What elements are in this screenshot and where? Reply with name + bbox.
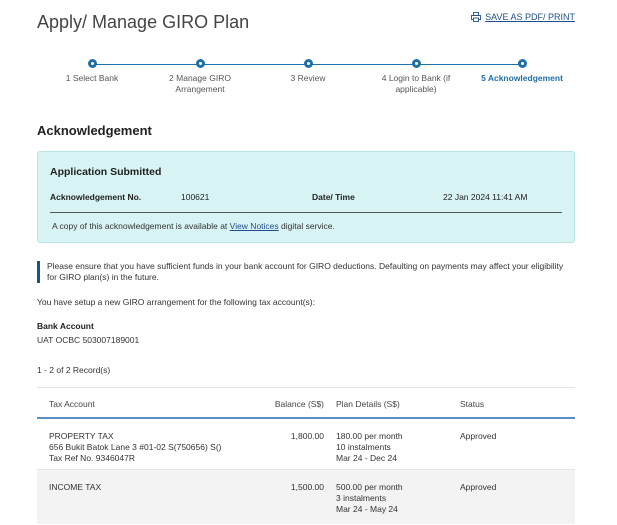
step-check-icon: [517, 59, 527, 68]
view-notices-link[interactable]: View Notices: [230, 221, 279, 231]
step-check-icon: [303, 59, 313, 68]
cell-tax-account: PROPERTY TAX 656 Bukit Batok Lane 3 #01-…: [49, 431, 222, 463]
table-row: PROPERTY TAX 656 Bukit Batok Lane 3 #01-…: [37, 419, 575, 470]
section-title: Acknowledgement: [37, 123, 152, 138]
step-select-bank: 1 Select Bank: [37, 58, 147, 84]
step-manage-giro: 2 Manage GIRO Arrangement: [145, 58, 255, 95]
step-label: 2 Manage GIRO Arrangement: [169, 73, 231, 94]
save-link-label: SAVE AS PDF/ PRINT: [485, 12, 575, 22]
step-check-icon: [195, 59, 205, 68]
step-label: 5 Acknowledgement: [481, 73, 563, 83]
cell-status: Approved: [460, 482, 497, 492]
bank-account-label: Bank Account: [37, 321, 94, 331]
page-title: Apply/ Manage GIRO Plan: [37, 12, 250, 32]
acknowledgement-panel: Application Submitted Acknowledgement No…: [37, 151, 575, 243]
header-status: Status: [460, 399, 485, 409]
ack-no-value: 100621: [181, 192, 210, 202]
info-notice: Please ensure that you have sufficient f…: [37, 261, 567, 283]
ack-no-label: Acknowledgement No.: [50, 192, 142, 202]
ack-note: A copy of this acknowledgement is availa…: [52, 221, 335, 231]
cell-plan-details: 180.00 per month 10 instalments Mar 24 -…: [336, 431, 403, 463]
ack-title: Application Submitted: [50, 166, 162, 178]
cell-tax-account: INCOME TAX: [49, 482, 102, 492]
printer-icon: [471, 12, 482, 22]
step-check-icon: [87, 59, 97, 68]
record-count: 1 - 2 of 2 Record(s): [37, 365, 111, 375]
step-label: 4 Login to Bank (if applicable): [381, 73, 451, 94]
step-label: 3 Review: [290, 73, 326, 83]
cell-status: Approved: [460, 431, 497, 441]
ack-divider: [50, 212, 562, 213]
datetime-label: Date/ Time: [312, 192, 355, 202]
step-review: 3 Review: [253, 58, 363, 84]
header-balance: Balance (S$): [274, 399, 324, 409]
progress-stepper: 1 Select Bank 2 Manage GIRO Arrangement 3…: [37, 58, 577, 103]
table-header: Tax Account Balance (S$) Plan Details (S…: [37, 388, 575, 419]
save-as-pdf-print-link[interactable]: SAVE AS PDF/ PRINT: [471, 12, 575, 22]
datetime-value: 22 Jan 2024 11:41 AM: [443, 192, 528, 202]
step-label: 1 Select Bank: [65, 73, 119, 83]
giro-accounts-table: Tax Account Balance (S$) Plan Details (S…: [37, 387, 575, 524]
cell-plan-details: 500.00 per month 3 instalments Mar 24 - …: [336, 482, 403, 514]
step-check-icon: [411, 59, 421, 68]
cell-balance: 1,500.00: [290, 482, 324, 492]
header-plan-details: Plan Details (S$): [336, 399, 400, 409]
step-login-to-bank: 4 Login to Bank (if applicable): [361, 58, 471, 95]
table-row: INCOME TAX 1,500.00 500.00 per month 3 i…: [37, 470, 575, 524]
setup-text: You have setup a new GIRO arrangement fo…: [37, 297, 315, 307]
cell-balance: 1,800.00: [290, 431, 324, 441]
step-acknowledgement: 5 Acknowledgement: [467, 58, 577, 84]
bank-account-value: UAT OCBC 503007189001: [37, 335, 140, 345]
header-tax-account: Tax Account: [49, 399, 95, 409]
